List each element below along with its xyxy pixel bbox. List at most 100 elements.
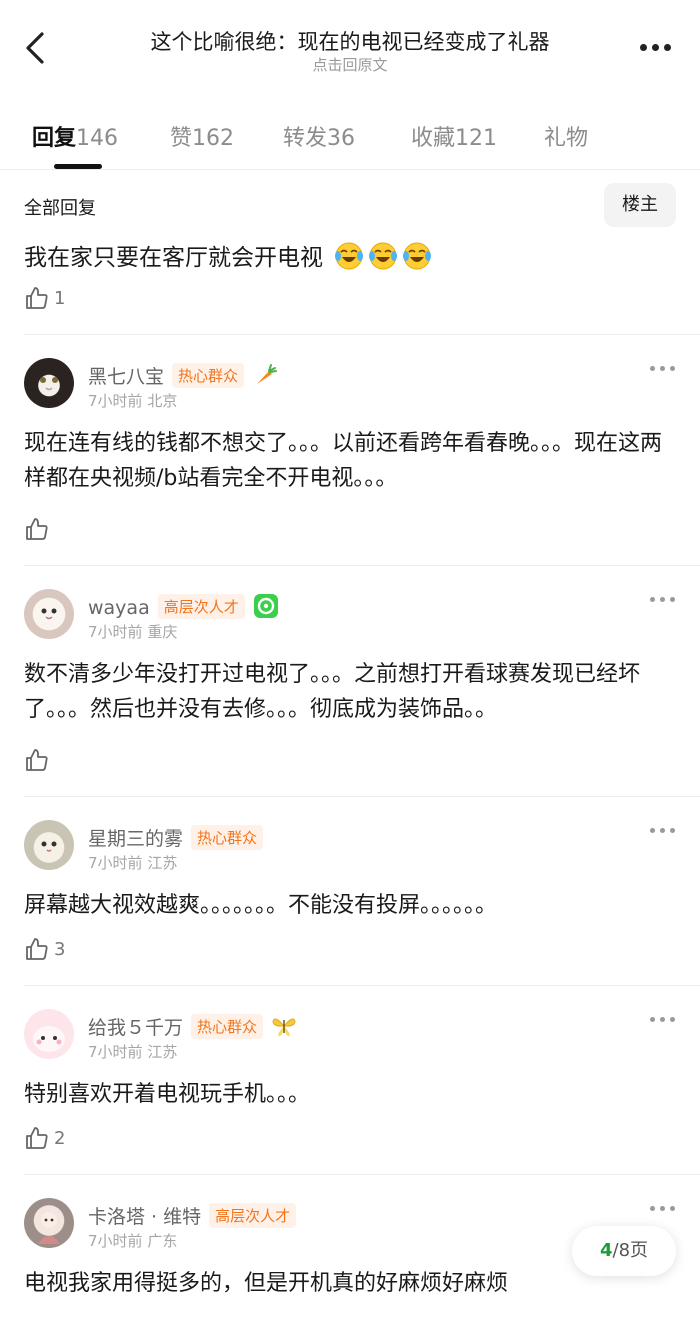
thumbs-up-icon (26, 518, 48, 540)
tab-favorites[interactable]: 收藏121 (411, 120, 497, 152)
like-count: 3 (54, 938, 66, 960)
comment-location: 广东 (147, 1232, 178, 1250)
username[interactable]: wayaa (88, 597, 150, 619)
tab-reposts[interactable]: 转发36 (283, 120, 355, 152)
divider (24, 334, 700, 335)
comment-like-button[interactable] (24, 514, 54, 544)
avatar[interactable] (24, 589, 74, 639)
owner-only-button[interactable]: 楼主 (604, 183, 676, 227)
cartoon-avatar-icon (33, 1026, 65, 1052)
comment-more-button[interactable] (650, 1206, 676, 1214)
tab-label: 收藏 (411, 126, 456, 151)
user-badge: 热心群众 (191, 825, 264, 850)
post-reply-text: 我在家只要在客厅就会开电视 (24, 245, 323, 271)
user-badge: 热心群众 (191, 1014, 264, 1039)
tab-gifts[interactable]: 礼物 (544, 120, 588, 152)
avatar[interactable] (24, 1009, 74, 1059)
comment-more-button[interactable] (650, 597, 676, 605)
username[interactable]: 卡洛塔 · 维特 (88, 1206, 201, 1228)
comment-author: 卡洛塔 · 维特 高层次人才 (88, 1202, 297, 1229)
tab-likes[interactable]: 赞162 (170, 120, 234, 152)
comment-author: 星期三的雾 热心群众 (88, 824, 264, 851)
comment-time: 7小时前 (88, 854, 143, 872)
laughing-tears-emoji-icon (335, 242, 364, 270)
comment-meta: 7小时前 江苏 (88, 852, 177, 873)
tab-label: 回复 (32, 126, 77, 151)
butterfly-icon (272, 1018, 296, 1036)
more-options-button[interactable] (636, 36, 676, 60)
comment-location: 江苏 (147, 1043, 178, 1061)
tab-label: 转发 (283, 126, 328, 151)
comment-time: 7小时前 (88, 623, 143, 641)
comment-like-button[interactable]: 2 (24, 1123, 65, 1153)
tab-count: 36 (327, 126, 356, 151)
page-indicator[interactable]: 4/8页 (572, 1226, 676, 1276)
laughing-tears-emoji-icon (369, 242, 398, 270)
thumbs-up-icon (26, 938, 48, 960)
green-badge-icon (253, 594, 278, 618)
avatar[interactable] (24, 358, 74, 408)
top-bar: 这个比喻很绝：现在的电视已经变成了礼器 点击回原文 (0, 0, 700, 96)
comment-like-button[interactable]: 3 (24, 934, 65, 964)
tab-count: 146 (76, 126, 119, 151)
comment-more-button[interactable] (650, 366, 676, 374)
tab-count: 121 (455, 126, 498, 151)
comment-meta: 7小时前 广东 (88, 1230, 177, 1251)
comment-author: 黑七八宝 热心群众 (88, 362, 278, 389)
cat-avatar-icon (41, 608, 57, 620)
comment-author: 给我５千万 热心群众 (88, 1013, 297, 1040)
comment-location: 江苏 (147, 854, 178, 872)
character-avatar-icon (38, 1212, 60, 1244)
avatar[interactable] (24, 1198, 74, 1248)
comment-location: 重庆 (147, 623, 178, 641)
total-pages: /8页 (612, 1240, 649, 1261)
current-page: 4 (599, 1240, 613, 1261)
comment-text: 特别喜欢开着电视玩手机。。。 (24, 1082, 311, 1107)
like-count: 2 (54, 1127, 66, 1149)
comment-meta: 7小时前 江苏 (88, 1041, 177, 1062)
comment-meta: 7小时前 重庆 (88, 621, 177, 642)
tab-replies[interactable]: 回复146 (32, 120, 118, 152)
comment-text: 电视我家用得挺多的，但是开机真的好麻烦好麻烦 (24, 1271, 509, 1296)
thumbs-up-icon (26, 749, 48, 771)
comment-more-button[interactable] (650, 828, 676, 836)
tab-bar: 回复146 赞162 转发36 收藏121 礼物 (0, 112, 700, 170)
cat-avatar-icon (40, 377, 58, 391)
username[interactable]: 星期三的雾 (88, 828, 183, 850)
like-count: 1 (54, 287, 66, 309)
kitten-avatar-icon (41, 841, 57, 852)
user-badge: 高层次人才 (157, 594, 245, 619)
divider (24, 1174, 700, 1175)
divider (24, 796, 700, 797)
divider (24, 985, 700, 986)
thumbs-up-icon (26, 1127, 48, 1149)
post-like-button[interactable]: 1 (24, 283, 65, 313)
tab-count: 162 (192, 126, 235, 151)
page-title: 这个比喻很绝：现在的电视已经变成了礼器 (150, 30, 550, 54)
comment-author: wayaa 高层次人才 (88, 593, 279, 619)
back-to-original-link[interactable]: 点击回原文 (0, 54, 700, 75)
comment-more-button[interactable] (650, 1017, 676, 1025)
avatar[interactable] (24, 820, 74, 870)
comment-text: 数不清多少年没打开过电视了。。。之前想打开看球赛发现已经坏了。。。然后也并没有去… (24, 662, 641, 722)
username[interactable]: 黑七八宝 (88, 366, 164, 388)
tab-label: 赞 (170, 126, 193, 151)
thumbs-up-icon (26, 287, 48, 309)
comment-time: 7小时前 (88, 392, 143, 410)
comment-text: 屏幕越大视效越爽。。。。。。。不能没有投屏。。。。。。 (24, 893, 498, 918)
comment-location: 北京 (147, 392, 178, 410)
username[interactable]: 给我５千万 (88, 1017, 183, 1039)
active-tab-indicator (54, 164, 102, 169)
post-reply: 我在家只要在客厅就会开电视 (24, 238, 432, 272)
carrot-icon (257, 364, 278, 384)
comment-like-button[interactable] (24, 745, 54, 775)
comment-time: 7小时前 (88, 1043, 143, 1061)
divider (24, 565, 700, 566)
comment-time: 7小时前 (88, 1232, 143, 1250)
user-badge: 高层次人才 (209, 1203, 297, 1228)
comment-meta: 7小时前 北京 (88, 390, 177, 411)
tab-label: 礼物 (544, 126, 589, 151)
laughing-tears-emoji-icon (403, 242, 432, 270)
comment-text: 现在连有线的钱都不想交了。。。以前还看跨年看春晚。。。现在这两样都在央视频/b站… (24, 431, 663, 491)
user-badge: 热心群众 (172, 363, 245, 388)
